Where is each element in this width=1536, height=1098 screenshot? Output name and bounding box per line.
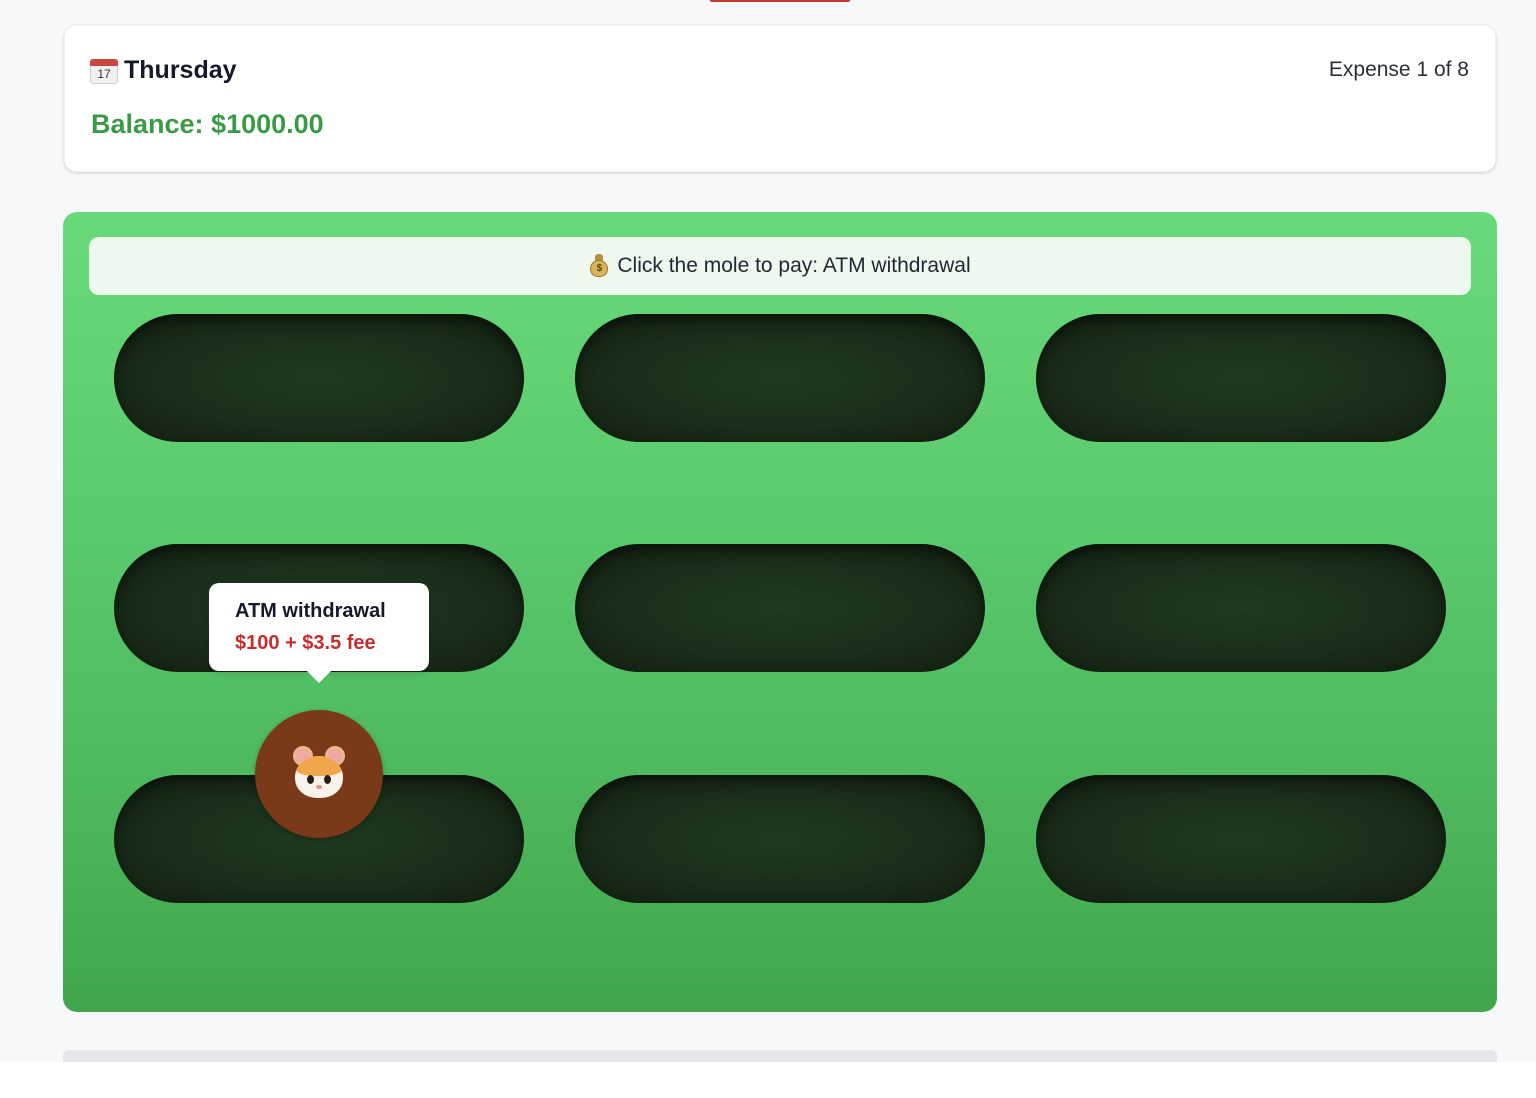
hole-6[interactable] [1036,544,1446,672]
hole-8[interactable] [575,775,985,903]
hole-1[interactable] [114,314,524,442]
day-name: Thursday [124,56,237,84]
day-row: 17 Thursday [90,56,237,85]
top-button-edge[interactable] [710,0,850,2]
expense-tooltip: ATM withdrawal $100 + $3.5 fee [209,583,429,683]
hole-9[interactable] [1036,775,1446,903]
mole-button[interactable] [255,710,383,838]
balance: Balance: $1000.00 [91,109,324,139]
expense-progress: Expense 1 of 8 [1328,58,1469,81]
status-card: 17 Thursday Expense 1 of 8 Balance: $100… [64,25,1496,172]
calendar-icon: 17 [90,58,118,84]
hole-5[interactable] [575,544,985,672]
money-bag-icon: $ [589,254,609,278]
tooltip-title: ATM withdrawal [235,600,386,622]
prompt-text: Click the mole to pay: ATM withdrawal [617,254,971,277]
prompt-bar: $ Click the mole to pay: ATM withdrawal [89,237,1471,295]
tooltip-amount: $100 + $3.5 fee [235,632,376,654]
bottom-panel-edge [63,1050,1497,1062]
game-field: $ Click the mole to pay: ATM withdrawal … [63,212,1497,1012]
hole-2[interactable] [575,314,985,442]
hamster-icon [289,746,349,802]
hole-3[interactable] [1036,314,1446,442]
